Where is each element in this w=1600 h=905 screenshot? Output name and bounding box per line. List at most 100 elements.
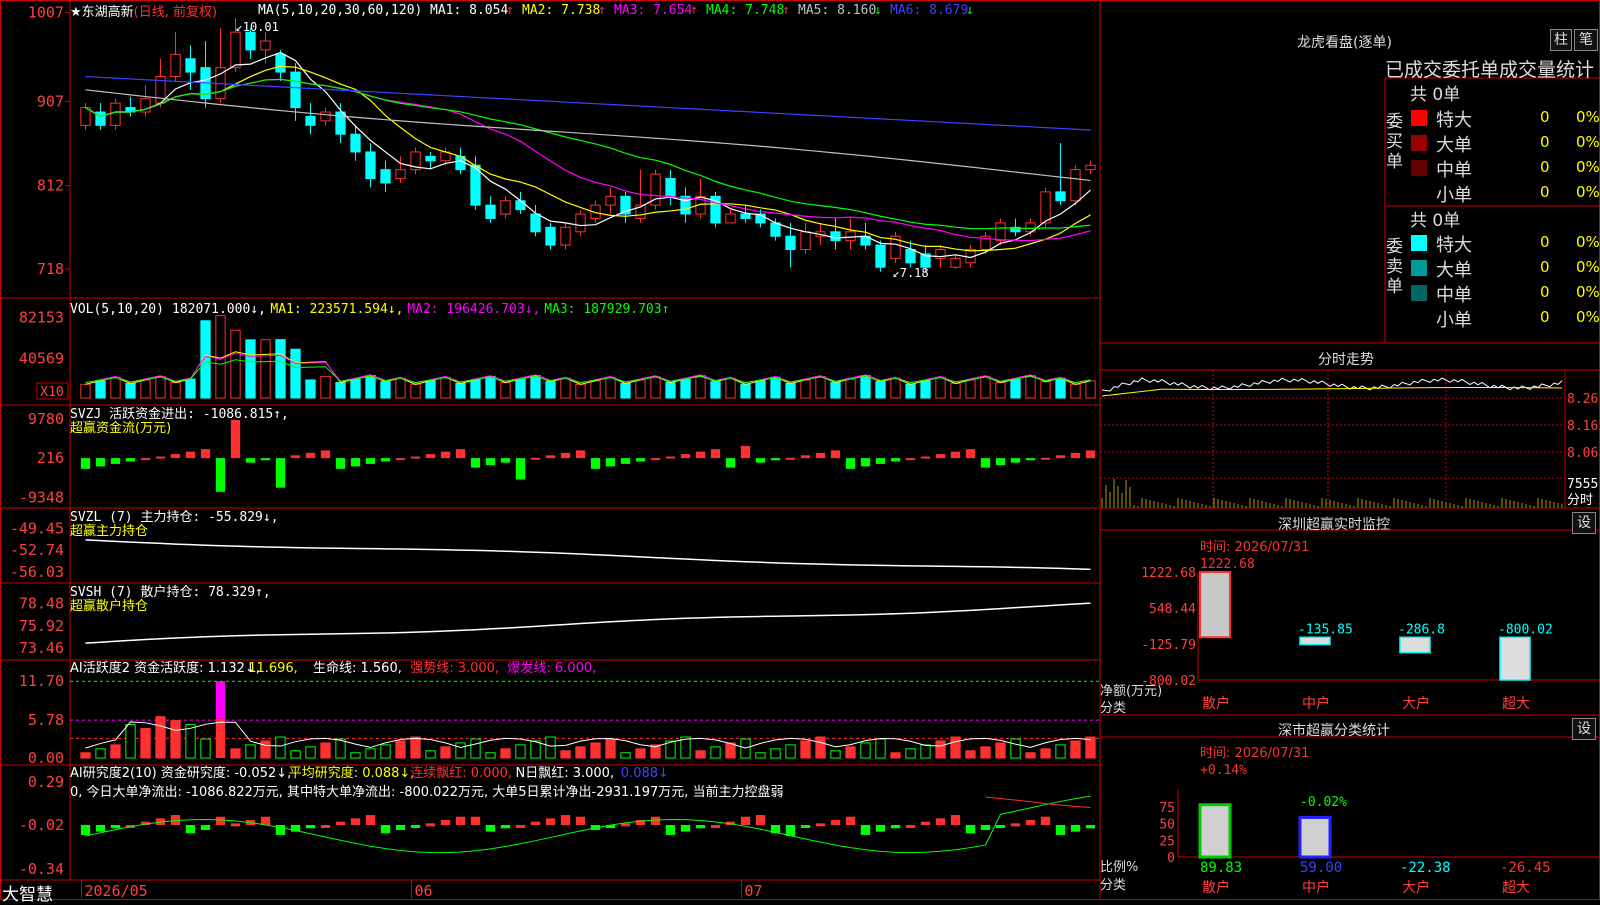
volume-bar [380,381,391,399]
ai-research-bar [1070,825,1081,832]
ai-research-bar [230,823,241,827]
ai-research-title-4: N日飘红: 3.000, [516,765,615,781]
ai-active-bar [890,752,901,759]
svzj-bar [590,458,601,469]
ai-active-bar [185,724,196,759]
svzj-bar [155,456,166,459]
volume-bar [1055,377,1066,399]
volume-bar [1010,378,1021,399]
ai-active-tick-label: 11.70 [19,672,64,690]
main-chart-svg[interactable]: 1007 907 812 718 ↙10.01 ↙7.18 MA(5,10,20,30,60… [0,0,1600,900]
monitor-tick-label: 548.44 [1149,602,1196,617]
ai-research-bar [335,821,346,825]
ma-value-6: MA6: 8.679 [890,3,968,18]
ai-research-bar [740,816,751,825]
monitor-bar [1499,636,1531,681]
ai-research-bar [200,825,211,830]
svzj-bar [395,458,406,461]
vol-tick-label: 40569 [19,349,64,367]
order-count: 0 [1540,258,1550,276]
svzj-bar [80,458,91,469]
svzj-bar [380,458,391,462]
ai-active-bar [110,744,121,759]
ai-research-bar [815,823,826,827]
svzj-bar [275,458,286,488]
sz-class-set-button[interactable]: 设 [1572,718,1596,740]
class-change-label: -0.02% [1300,795,1347,810]
volume-bar [395,377,406,399]
svzj-bar [980,458,991,468]
volume-bar [995,382,1006,399]
svzj-bar [110,458,121,464]
svzj-bar [800,455,811,459]
ai-active-bar [935,740,946,759]
ai-active-bar [725,742,736,759]
price-tick-label: 907 [37,92,64,110]
svzj-bar [185,451,196,459]
ai-research-title-1: AI研究度2(10) 资金研究度: -0.052↓, [70,765,291,781]
monitor-bar [1199,571,1231,639]
volume-bar [140,379,151,399]
ai-active-bar [590,742,601,759]
candle-body [305,115,316,126]
bar-mode-button[interactable]: 柱 [1550,29,1572,51]
ai-active-bar [980,746,991,759]
ai-research-bar [695,825,706,829]
svzl-line [85,539,1091,571]
ai-research-bar [575,816,586,825]
volume-bar [755,380,766,399]
ai-research-title-2: 平均研究度: 0.088↓, [289,765,415,781]
volume-bar [680,378,691,399]
ai-active-bar [485,752,496,759]
volume-bar [95,380,106,399]
stage: 1007 907 812 718 ↙10.01 ↙7.18 MA(5,10,20,30,60… [0,0,1600,900]
volume-bar [365,375,376,399]
ai-active-bar [830,750,841,759]
candle-body [830,231,841,242]
ai-research-bar [755,815,766,825]
order-size-label: 大单 [1436,135,1472,156]
sz-monitor-set-button[interactable]: 设 [1572,512,1596,534]
volume-bar [605,376,616,399]
volume-bar [335,382,346,399]
volume-bar [305,379,316,399]
monitor-category-label: 散户 [1202,695,1230,712]
volume-bar [620,382,631,399]
ai-research-bar [305,825,316,829]
ai-active-bar [290,750,301,759]
ma-value-4: MA4: 7.748 [706,3,784,18]
monitor-tick-label: 1222.68 [1141,566,1196,581]
svzj-bar [245,458,256,463]
class-tick-label: 75 [1159,801,1175,816]
volume-bar [785,382,796,399]
ai-research-bar [1055,825,1066,835]
svzj-bar [260,458,271,461]
svzj-bar [950,451,961,459]
order-percent: 0% [1576,183,1600,201]
svzj-bar [905,458,916,461]
monitor-bar-label: -135.85 [1298,622,1353,637]
volume-bar [965,379,976,399]
ai-active-bar [140,727,151,759]
candle-body [875,244,886,268]
monitor-category-label: 大户 [1402,695,1430,712]
sell-side-label: 委卖单 [1386,237,1403,297]
ma-line-4 [85,78,1091,230]
volume-bar [935,376,946,399]
svzj-bar [740,445,751,459]
volume-bar [890,377,901,399]
monitor-category-label: 超大 [1502,696,1530,712]
candle-body [170,53,181,78]
ai-active-tick-label: 0.00 [28,749,64,767]
ai-research-title-3: 连续飘红: 0.000, [410,765,512,781]
ai-research-bar [830,820,841,825]
volume-bar [245,339,256,399]
sz-class-footer-a: 比例% [1100,860,1139,875]
volume-bar [905,383,916,399]
volume-bar [515,378,526,399]
candle-body [80,107,91,126]
candle-body [260,40,271,51]
candle-body [1055,191,1066,202]
pen-mode-button[interactable]: 笔 [1574,29,1598,51]
candle-body [185,58,196,73]
